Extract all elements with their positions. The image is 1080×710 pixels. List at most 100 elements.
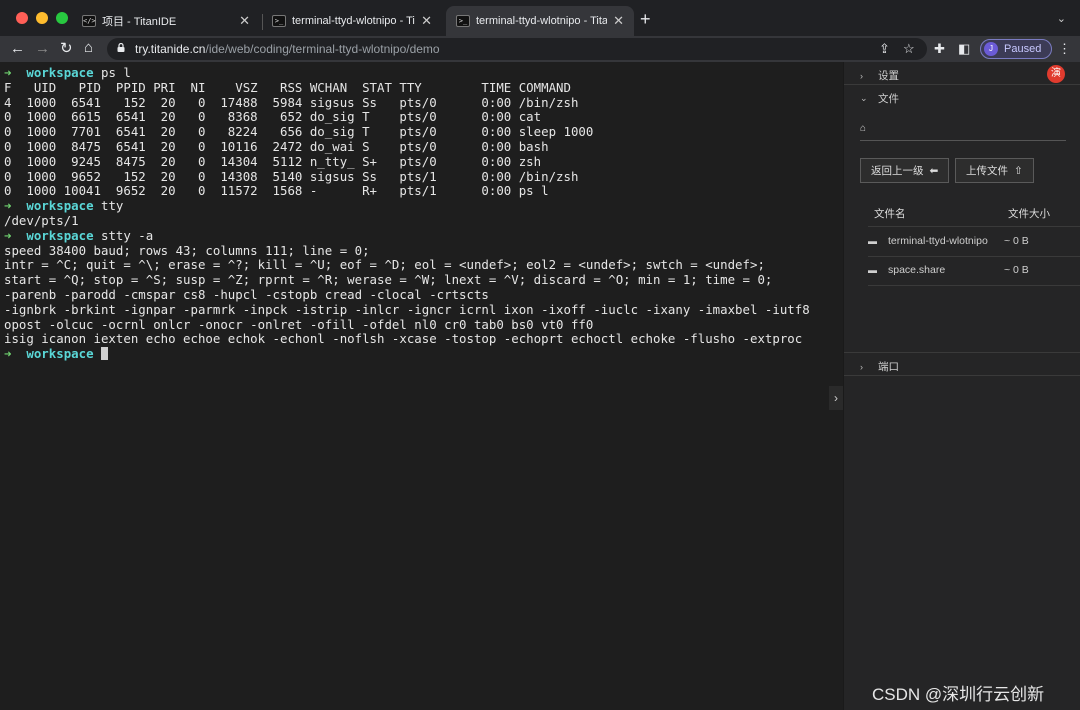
more-menu-icon[interactable]: ⋮ <box>1058 41 1071 57</box>
share-icon[interactable]: ⇪ <box>879 41 890 57</box>
upload-label: 上传文件 <box>966 165 1008 177</box>
prompt-arrow-icon: ➜ <box>4 346 27 362</box>
prompt-command: ps l <box>101 65 131 80</box>
terminal-output-line: 0 1000 7701 6541 20 0 8224 656 do_sig T … <box>4 124 594 140</box>
file-size: ~ 0 B <box>1004 264 1029 276</box>
folder-icon: ▬ <box>868 265 877 275</box>
prompt-arrow-icon: ➜ <box>4 227 27 243</box>
terminal-output-line: F UID PID PPID PRI NI VSZ RSS WCHAN STAT… <box>4 79 571 95</box>
terminal-cursor <box>101 347 108 361</box>
close-tab-icon[interactable]: ✕ <box>613 13 624 29</box>
terminal-output-line: -parenb -parodd -cmspar cs8 -hupcl -csto… <box>4 286 489 302</box>
terminal-output-line: -ignbrk -brkint -ignpar -parmrk -inpck -… <box>4 301 810 317</box>
divider <box>868 285 1080 286</box>
folder-icon: ▬ <box>868 236 877 246</box>
arrow-left-icon: ⬅ <box>929 164 939 177</box>
address-bar[interactable]: try.titanide.cn/ide/web/coding/terminal-… <box>107 38 927 60</box>
tab-search-chevron-icon[interactable]: ⌄ <box>1057 12 1066 25</box>
section-settings-label: 设置 <box>878 70 899 82</box>
prompt-directory: workspace <box>26 65 94 80</box>
upload-file-button[interactable]: 上传文件 ⇧ <box>955 158 1034 183</box>
terminal-prompt-line: ➜ workspace ps l <box>4 65 839 81</box>
terminal-prompt-line: ➜ workspace <box>4 346 839 362</box>
code-icon: </> <box>82 15 96 27</box>
path-underline <box>860 140 1066 141</box>
watermark-text: CSDN @深圳行云创新 <box>872 685 1045 704</box>
terminal-output-line: 0 1000 9245 8475 20 0 14304 5112 n_tty_ … <box>4 153 542 169</box>
column-header-size[interactable]: 文件大小 <box>1008 206 1050 221</box>
forward-arrow-icon[interactable]: → <box>35 40 50 58</box>
section-ports-label: 端口 <box>878 361 899 373</box>
profile-button[interactable]: J Paused <box>980 39 1053 59</box>
browser-tab-bar: </> 项目 - TitanIDE ✕ >_ terminal-ttyd-wlo… <box>0 0 1080 36</box>
terminal-output-line: 0 1000 6615 6541 20 0 8368 652 do_sig T … <box>4 109 542 125</box>
terminal-output-line: 0 1000 10041 9652 20 0 11572 1568 - R+ p… <box>4 183 549 199</box>
file-row[interactable]: ▬ space.share ~ 0 B <box>868 256 1080 284</box>
terminal-output-line: opost -olcuc -ocrnl onlcr -onocr -onlret… <box>4 316 594 332</box>
terminal-icon: >_ <box>456 15 470 27</box>
back-arrow-icon[interactable]: ← <box>10 40 25 58</box>
go-up-button[interactable]: 返回上一级 ⬅ <box>860 158 950 183</box>
terminal-icon: >_ <box>272 15 286 27</box>
bookmark-star-icon[interactable]: ☆ <box>903 41 915 57</box>
close-window-button[interactable] <box>16 12 28 24</box>
upload-icon: ⇧ <box>1014 164 1023 177</box>
divider <box>844 84 1080 85</box>
terminal-output-line: start = ^Q; stop = ^S; susp = ^Z; rprnt … <box>4 272 773 288</box>
go-up-label: 返回上一级 <box>871 165 924 177</box>
home-icon[interactable]: ⌂ <box>84 39 93 57</box>
terminal-output-line: speed 38400 baud; rows 43; columns 111; … <box>4 242 370 258</box>
file-name: terminal-ttyd-wlotnipo <box>888 235 988 247</box>
prompt-command: stty -a <box>101 227 154 243</box>
section-settings[interactable]: › 设置 <box>860 68 899 83</box>
tab-title: terminal-ttyd-wlotnipo - Titan <box>476 15 608 27</box>
url-text: try.titanide.cn/ide/web/coding/terminal-… <box>135 42 440 56</box>
browser-tab-terminal-2[interactable]: >_ terminal-ttyd-wlotnipo - Titan ✕ <box>446 6 634 36</box>
maximize-window-button[interactable] <box>56 12 68 24</box>
terminal-output-line: intr = ^C; quit = ^\; erase = ^?; kill =… <box>4 257 765 273</box>
section-files-label: 文件 <box>878 93 899 105</box>
profile-status: Paused <box>1004 43 1042 55</box>
terminal-output-line: isig icanon iexten echo echoe echok -ech… <box>4 331 803 347</box>
collapse-panel-chevron-icon[interactable]: › <box>829 386 843 410</box>
side-panel-icon[interactable]: ◧ <box>958 41 970 57</box>
browser-tab-terminal-1[interactable]: >_ terminal-ttyd-wlotnipo - Titan ✕ <box>262 6 442 36</box>
terminal-output-line: 0 1000 9652 152 20 0 14308 5140 sigsus S… <box>4 168 579 184</box>
side-panel: › 设置 演 ⌄ 文件 ⌂ 返回上一级 ⬅ 上传文件 ⇧ 文件名 文件大小 ▬ … <box>843 62 1080 710</box>
avatar: J <box>984 42 998 56</box>
close-tab-icon[interactable]: ✕ <box>421 13 432 29</box>
file-size: ~ 0 B <box>1004 235 1029 247</box>
presentation-badge[interactable]: 演 <box>1047 65 1065 83</box>
prompt-directory: workspace <box>26 346 94 362</box>
terminal-prompt-line: ➜ workspace tty <box>4 198 839 214</box>
terminal-output[interactable]: ➜ workspace ps lF UID PID PPID PRI NI VS… <box>0 62 843 710</box>
reload-icon[interactable]: ↻ <box>60 40 73 58</box>
column-header-name[interactable]: 文件名 <box>874 206 906 221</box>
lock-icon <box>117 43 125 52</box>
prompt-arrow-icon: ➜ <box>4 65 27 80</box>
section-files[interactable]: ⌄ 文件 <box>860 91 899 106</box>
window-controls <box>16 12 68 24</box>
browser-tab-project[interactable]: </> 项目 - TitanIDE ✕ <box>72 6 260 36</box>
file-name: space.share <box>888 264 946 276</box>
close-tab-icon[interactable]: ✕ <box>239 13 250 29</box>
terminal-prompt-line: ➜ workspace stty -a <box>4 227 839 244</box>
chevron-right-icon: › <box>860 70 863 81</box>
chevron-down-icon: ⌄ <box>860 93 868 103</box>
browser-toolbar: ← → ↻ ⌂ try.titanide.cn/ide/web/coding/t… <box>0 36 1080 62</box>
new-tab-icon[interactable]: + <box>640 9 651 30</box>
prompt-command: tty <box>101 198 124 214</box>
terminal-output-line: /dev/pts/1 <box>4 212 79 228</box>
extensions-puzzle-icon[interactable]: ✚ <box>934 41 945 57</box>
file-row[interactable]: ▬ terminal-ttyd-wlotnipo ~ 0 B <box>868 227 1080 255</box>
tab-title: 项目 - TitanIDE <box>102 16 177 28</box>
divider <box>844 352 1080 353</box>
chevron-right-icon: › <box>860 361 863 372</box>
terminal-output-line: 4 1000 6541 152 20 0 17488 5984 sigsus S… <box>4 94 579 110</box>
terminal-output-line: 0 1000 8475 6541 20 0 10116 2472 do_wai … <box>4 138 549 154</box>
section-ports[interactable]: › 端口 <box>860 359 899 374</box>
prompt-directory: workspace <box>26 227 94 243</box>
minimize-window-button[interactable] <box>36 12 48 24</box>
prompt-arrow-icon: ➜ <box>4 198 27 214</box>
home-path-icon[interactable]: ⌂ <box>860 123 866 134</box>
